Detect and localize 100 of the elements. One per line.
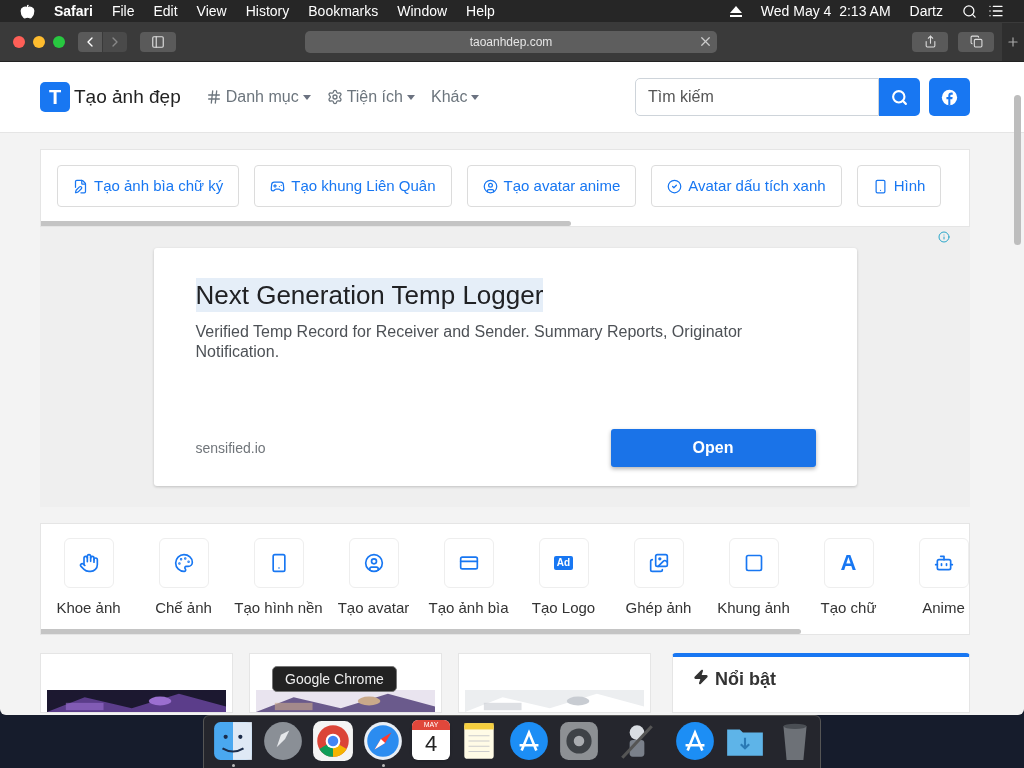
search-icon — [891, 88, 908, 106]
category-item[interactable]: Ad Tạo Logo — [516, 538, 611, 620]
user-icon — [363, 553, 384, 573]
category-label: Tạo chữ — [820, 598, 877, 618]
app-store-icon[interactable] — [508, 720, 550, 762]
plus-icon — [1006, 34, 1020, 49]
category-label: Tạo avatar — [337, 598, 410, 618]
frame-icon — [743, 553, 764, 573]
zoom-button[interactable] — [53, 35, 65, 48]
tabs-icon — [969, 35, 983, 48]
gear-icon — [326, 89, 343, 105]
ad-title[interactable]: Next Generation Temp Logger — [195, 278, 544, 312]
caret-icon — [471, 94, 480, 100]
search-button[interactable] — [879, 78, 920, 116]
caret-icon — [406, 94, 415, 100]
list-icon[interactable] — [988, 3, 1004, 19]
scrollbar[interactable] — [41, 629, 801, 634]
lightning-icon — [693, 668, 709, 686]
gamepad-icon — [270, 178, 286, 194]
search-icon[interactable] — [962, 3, 977, 19]
share-button[interactable] — [912, 31, 948, 52]
user-icon — [482, 178, 498, 194]
nav-menu[interactable]: Tiện ích — [326, 85, 415, 109]
sidebar-button[interactable] — [140, 31, 176, 52]
palette-icon — [173, 553, 194, 573]
calendar-day: 4 — [424, 730, 438, 758]
url-text: taoanhdep.com — [469, 33, 553, 51]
category-item[interactable]: Khoe ảnh — [41, 538, 136, 620]
thumbnail-card[interactable] — [458, 653, 651, 713]
nav-menu[interactable]: Khác — [430, 85, 480, 109]
card-icon — [458, 553, 479, 573]
close-button[interactable] — [13, 35, 25, 48]
ad-source[interactable]: sensified.io — [195, 437, 266, 459]
quick-link-button[interactable]: Tạo khung Liên Quân — [254, 165, 452, 207]
page-scrollbar[interactable] — [1014, 95, 1021, 245]
quick-link-button[interactable]: Avatar dấu tích xanh — [651, 165, 842, 207]
category-label: Ghép ảnh — [625, 598, 692, 618]
menu-item[interactable]: Window — [397, 0, 448, 22]
facebook-button[interactable] — [929, 78, 970, 116]
category-item[interactable]: Anime — [896, 538, 969, 620]
menu-clock[interactable]: Wed May 4 2:13 AM — [760, 0, 891, 22]
tabs-button[interactable] — [958, 31, 994, 52]
menu-item[interactable]: History — [245, 0, 290, 22]
caret-icon — [302, 94, 311, 100]
featured-title: Nổi bật — [715, 668, 776, 691]
phone-icon — [872, 178, 888, 194]
logo-icon[interactable]: T — [40, 82, 70, 112]
category-item[interactable]: Ghép ảnh — [611, 538, 706, 620]
category-item[interactable]: Tạo ảnh bìa — [421, 538, 516, 620]
thumbnail-card[interactable] — [40, 653, 233, 713]
category-item[interactable]: Tạo avatar — [326, 538, 421, 620]
eject-icon[interactable] — [729, 5, 742, 17]
app-store-icon[interactable] — [674, 720, 716, 762]
menu-item[interactable]: Safari — [54, 0, 93, 22]
chrome-icon[interactable] — [312, 720, 354, 762]
document-pen-icon — [73, 178, 88, 194]
robot-icon — [933, 553, 954, 573]
letter-icon: A — [840, 552, 857, 574]
dock-tooltip: Google Chrome — [272, 666, 397, 692]
category-label: Tạo ảnh bìa — [428, 598, 509, 618]
menu-item[interactable]: Help — [466, 0, 495, 22]
user-name[interactable]: Dartz — [909, 0, 943, 22]
hand-icon — [78, 553, 99, 573]
category-item[interactable]: Tạo hình nền — [231, 538, 326, 620]
images-icon — [648, 553, 669, 573]
search-field[interactable]: Tìm kiếm — [635, 78, 879, 116]
quick-link-button[interactable]: Tạo ảnh bìa chữ ký — [57, 165, 240, 207]
menu-item[interactable]: Bookmarks — [308, 0, 379, 22]
category-item[interactable]: Khung ảnh — [706, 538, 801, 620]
category-label: Anime — [922, 598, 965, 618]
ad-logo-icon: Ad — [553, 556, 574, 570]
close-icon[interactable] — [698, 34, 713, 49]
nav-menu[interactable]: Danh mục — [205, 85, 311, 109]
finder-icon[interactable] — [212, 720, 254, 762]
quick-link-button[interactable]: Hình — [856, 165, 942, 207]
menu-item[interactable]: Edit — [153, 0, 178, 22]
menu-item[interactable]: File — [111, 0, 135, 22]
rocket-icon[interactable] — [262, 720, 304, 762]
quick-link-button[interactable]: Tạo avatar anime — [466, 165, 637, 207]
category-label: Tạo hình nền — [234, 598, 323, 618]
category-label: Chế ảnh — [155, 598, 212, 618]
category-label: Khoe ảnh — [56, 598, 121, 618]
check-circle-icon — [667, 178, 683, 194]
back-button[interactable] — [78, 31, 102, 52]
menu-item[interactable]: View — [196, 0, 227, 22]
logo-text[interactable]: Tạo ảnh đẹp — [74, 82, 181, 112]
minimize-button[interactable] — [33, 35, 45, 48]
gear-icon[interactable] — [558, 720, 600, 762]
share-icon — [923, 35, 937, 48]
address-bar[interactable]: taoanhdep.com — [305, 30, 717, 53]
ad-description: Verified Temp Record for Receiver and Sender. Summary Reports, Originator Notification. — [195, 322, 744, 362]
scrollbar[interactable] — [41, 221, 571, 226]
hash-icon — [205, 89, 222, 105]
facebook-icon — [941, 88, 958, 106]
category-label: Khung ảnh — [717, 598, 790, 618]
category-item[interactable]: A Tạo chữ — [801, 538, 896, 620]
category-item[interactable]: Chế ảnh — [136, 538, 231, 620]
compass-icon[interactable] — [362, 720, 404, 762]
open-button[interactable]: Open — [610, 429, 816, 467]
apple-logo-icon[interactable] — [20, 3, 35, 19]
